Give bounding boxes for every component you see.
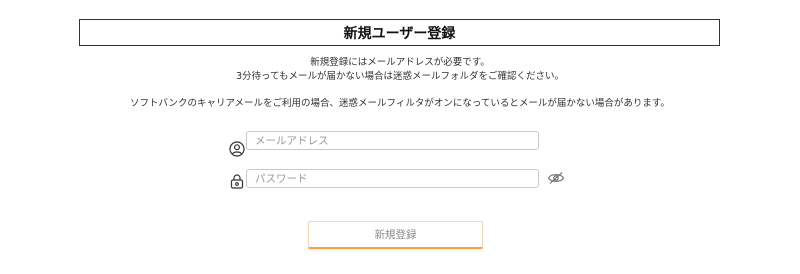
lock-icon bbox=[230, 174, 244, 189]
notice-line-2: 3分待ってもメールが届かない場合は迷惑メールフォルダをご確認ください。 bbox=[235, 71, 565, 82]
email-input[interactable] bbox=[246, 131, 539, 150]
user-icon bbox=[229, 141, 245, 157]
register-button[interactable]: 新規登録 bbox=[308, 221, 483, 249]
notice-line-3: ソフトバンクのキャリアメールをご利用の場合、迷惑メールフィルタがオンになっている… bbox=[130, 98, 670, 109]
page-title-box: 新規ユーザー登録 bbox=[79, 19, 720, 46]
password-input[interactable] bbox=[246, 169, 539, 188]
page-title: 新規ユーザー登録 bbox=[343, 25, 456, 42]
notice-line-1: 新規登録にはメールアドレスが必要です。 bbox=[310, 57, 490, 68]
eye-off-icon[interactable] bbox=[547, 171, 565, 185]
